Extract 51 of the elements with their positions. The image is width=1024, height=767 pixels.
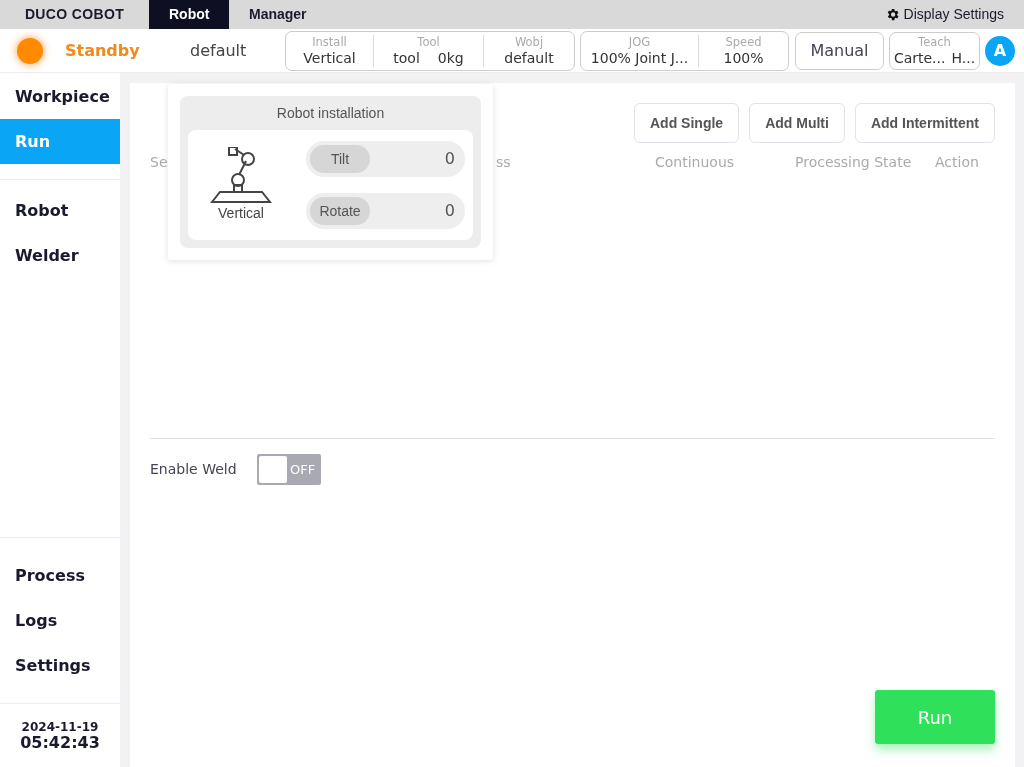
field-value: default (504, 49, 554, 67)
field-label: Tool (417, 34, 440, 49)
field-value: Vertical (303, 48, 356, 67)
field-label: Wobj (514, 34, 544, 49)
add-button[interactable]: Add Single (634, 103, 740, 143)
date-text: 2024-11-19 (21, 719, 99, 734)
robot-state: Standby (65, 39, 141, 62)
angle-field[interactable]: Rotate 0 (306, 193, 465, 229)
angle-value: 0 (443, 148, 456, 170)
column-header: Continuous (655, 153, 735, 170)
teach-panel[interactable]: Teach Carte... H... (889, 31, 980, 70)
sidebar-item[interactable]: Robot (0, 188, 120, 233)
status-light-icon (17, 37, 43, 64)
field-value: H... (951, 48, 976, 67)
column-header: Se (150, 153, 168, 170)
logo: DUCO COBOT (23, 5, 126, 24)
mount-label: Vertical (218, 203, 264, 223)
enable-weld-label: Enable Weld (150, 460, 237, 479)
field-label: Speed (725, 34, 762, 49)
popover-title: Robot installation (275, 103, 386, 123)
robot-arm-icon (210, 146, 272, 203)
angle-value: 0 (443, 200, 456, 222)
sidebar-item[interactable]: Welder (0, 233, 120, 278)
field-value: 0kg (437, 48, 464, 67)
angle-label: Tilt (310, 145, 370, 173)
add-button[interactable]: Add Multi (749, 103, 845, 143)
tab[interactable]: Manager (229, 0, 309, 29)
field-label: Teach (918, 34, 951, 49)
column-header: Action (935, 153, 979, 170)
display-settings-button[interactable]: Display Settings (884, 0, 1024, 29)
field-label: JOG (628, 34, 651, 49)
sidebar-item[interactable]: Logs (0, 598, 120, 643)
field-value: 100% (723, 49, 764, 67)
field-label: Install (312, 34, 347, 49)
field-value: tool (393, 48, 420, 67)
sidebar-item[interactable]: Settings (0, 643, 120, 688)
add-button[interactable]: Add Intermittent (854, 103, 995, 143)
angle-field[interactable]: Tilt 0 (306, 141, 465, 177)
sidebar-item[interactable]: Workpiece (0, 74, 120, 119)
field-value: Carte... (893, 48, 946, 67)
program-name: default (190, 39, 248, 62)
column-header: Processing State (795, 153, 912, 170)
sidebar-item[interactable]: Process (0, 553, 120, 598)
column-header: ss (496, 153, 511, 170)
angle-label: Rotate (310, 197, 370, 225)
mode-button[interactable]: Manual (795, 31, 884, 70)
time-text: 05:42:43 (20, 733, 100, 752)
tab[interactable]: Robot (149, 0, 229, 29)
jog-speed-panel[interactable]: JOG 100% Joint J... Speed 100% (580, 30, 789, 71)
field-value: 100% Joint J... (590, 49, 689, 67)
install-tool-wobj-panel[interactable]: Install Vertical Tool tool 0kg Wobj default (285, 30, 575, 71)
